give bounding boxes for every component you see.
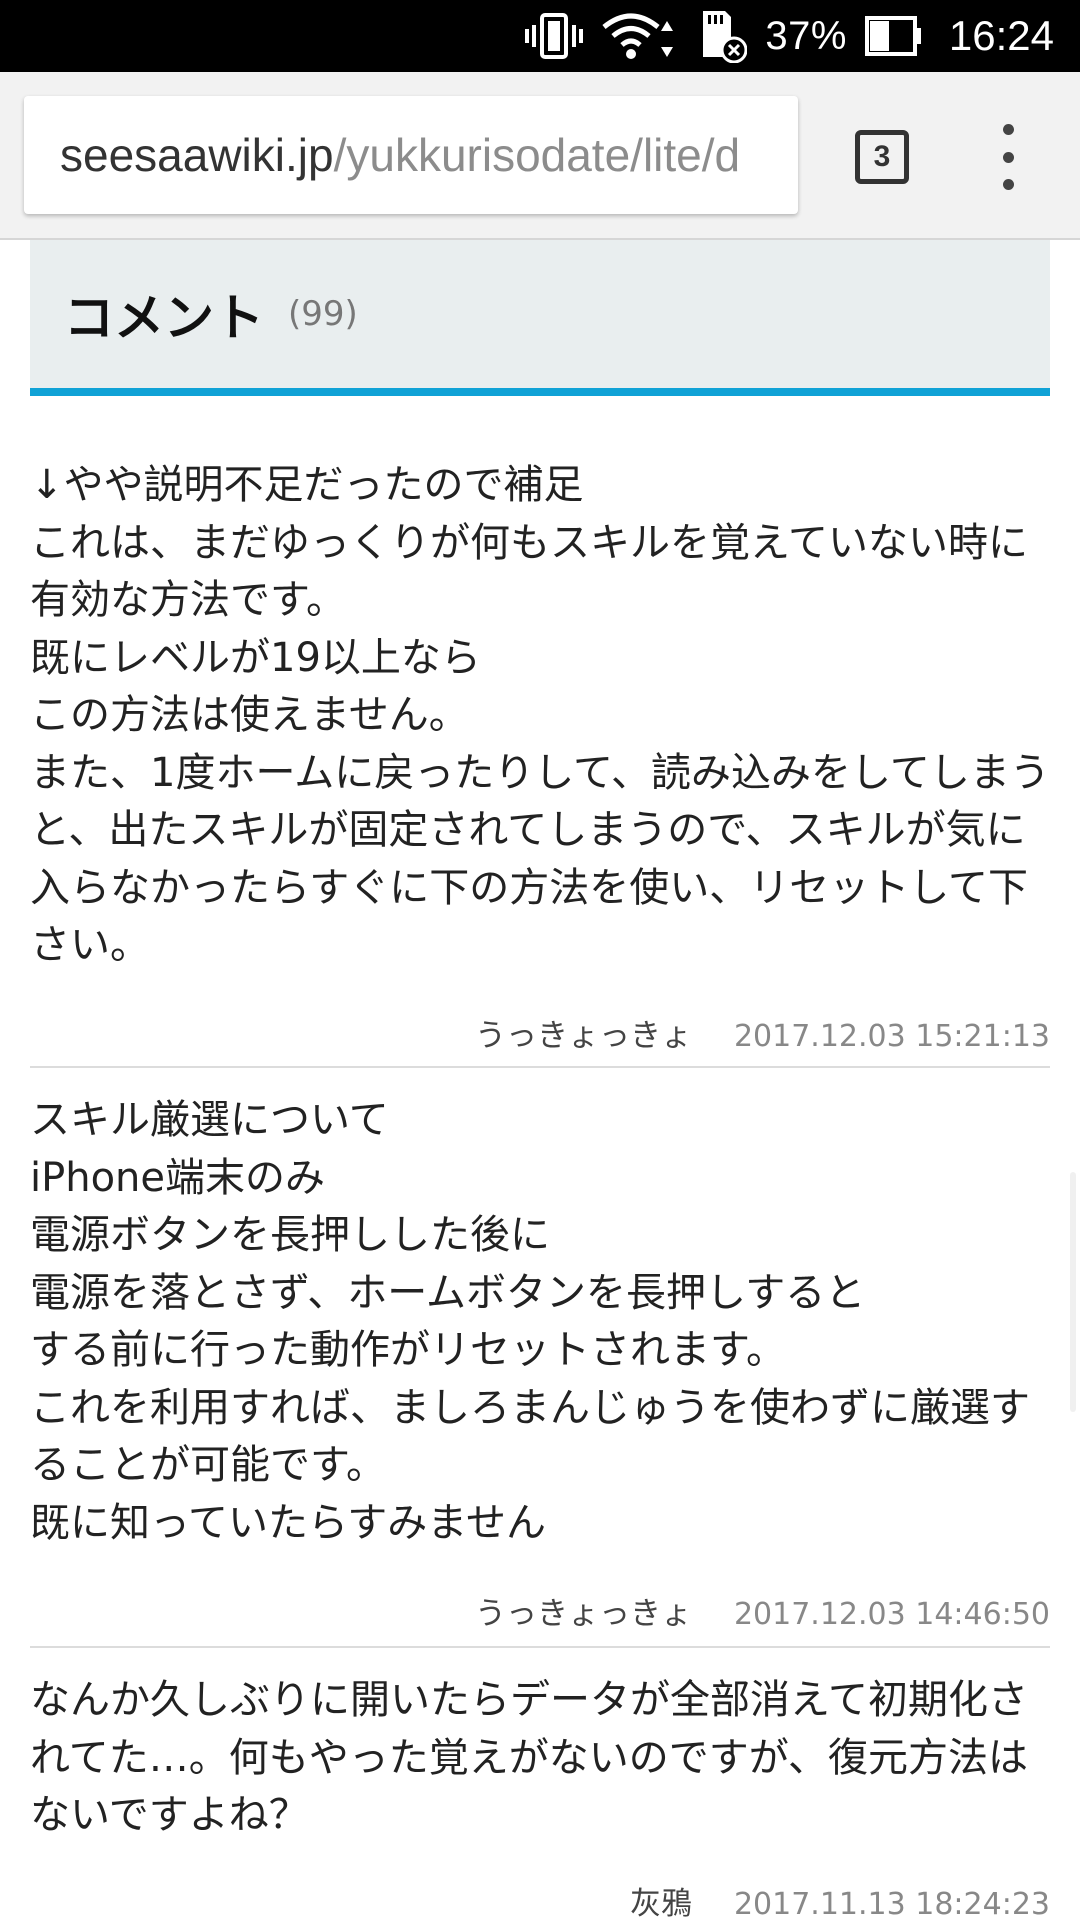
comment-section-header: コメント (99) bbox=[30, 240, 1050, 396]
url-path: /yukkurisodate/lite/d bbox=[333, 129, 741, 181]
comment-body: ↓やや説明不足だったので補足 これは、まだゆっくりが何もスキルを覚えていない時に… bbox=[30, 462, 1050, 968]
comment-item: なんか久しぶりに開いたらデータが全部消えて初期化されてた…。何もやった覚えがない… bbox=[30, 1672, 1050, 1920]
comment-body: スキル厳選について iPhone端末のみ 電源ボタンを長押しした後に 電源を落と… bbox=[30, 1097, 1030, 1546]
comment-author: うっきょっきょ bbox=[474, 1018, 692, 1054]
menu-dot-icon bbox=[1002, 151, 1014, 163]
page-content[interactable]: コメント (99) ↓やや説明不足だったので補足 これは、まだゆっくりが何もスキ… bbox=[0, 240, 1080, 1920]
comment-date: 2017.11.13 18:24:23 bbox=[733, 1887, 1050, 1920]
comment-author: 灰鴉 bbox=[629, 1886, 692, 1920]
wifi-icon bbox=[601, 11, 679, 61]
battery-icon bbox=[864, 14, 923, 58]
menu-dot-icon bbox=[1002, 179, 1014, 190]
battery-percent: 37% bbox=[765, 13, 847, 58]
browser-toolbar: seesaawiki.jp/yukkurisodate/lite/d 3 bbox=[0, 72, 1080, 240]
scrollbar[interactable] bbox=[1070, 1172, 1076, 1412]
comment-date: 2017.12.03 14:46:50 bbox=[733, 1597, 1050, 1632]
divider bbox=[30, 1066, 1050, 1068]
status-bar: 37% 16:24 bbox=[0, 0, 1080, 72]
overflow-menu-button[interactable] bbox=[988, 124, 1028, 190]
comment-item: スキル厳選について iPhone端末のみ 電源ボタンを長押しした後に 電源を落と… bbox=[30, 1092, 1050, 1692]
menu-dot-icon bbox=[1002, 124, 1014, 135]
comment-meta: うっきょっきょ 2017.12.03 14:46:50 bbox=[475, 1588, 1050, 1633]
url-bar[interactable]: seesaawiki.jp/yukkurisodate/lite/d bbox=[24, 96, 798, 214]
tab-count: 3 bbox=[873, 140, 891, 173]
comment-meta: 灰鴉 2017.11.13 18:24:23 bbox=[630, 1878, 1050, 1920]
comment-count: (99) bbox=[288, 294, 358, 334]
comment-date: 2017.12.03 15:21:13 bbox=[733, 1019, 1050, 1054]
clock: 16:24 bbox=[948, 12, 1054, 59]
comment-body: なんか久しぶりに開いたらデータが全部消えて初期化されてた…。何もやった覚えがない… bbox=[30, 1677, 1028, 1838]
url-domain: seesaawiki.jp bbox=[60, 129, 334, 181]
vibrate-icon bbox=[525, 11, 584, 61]
divider bbox=[30, 1646, 1050, 1648]
comment-meta: うっきょっきょ 2017.12.03 15:21:13 bbox=[475, 1010, 1050, 1055]
sd-card-error-icon bbox=[697, 9, 748, 63]
comment-section-title: コメント bbox=[64, 289, 264, 347]
tab-switcher-button[interactable]: 3 bbox=[855, 130, 909, 184]
comment-author: うっきょっきょ bbox=[474, 1596, 692, 1632]
